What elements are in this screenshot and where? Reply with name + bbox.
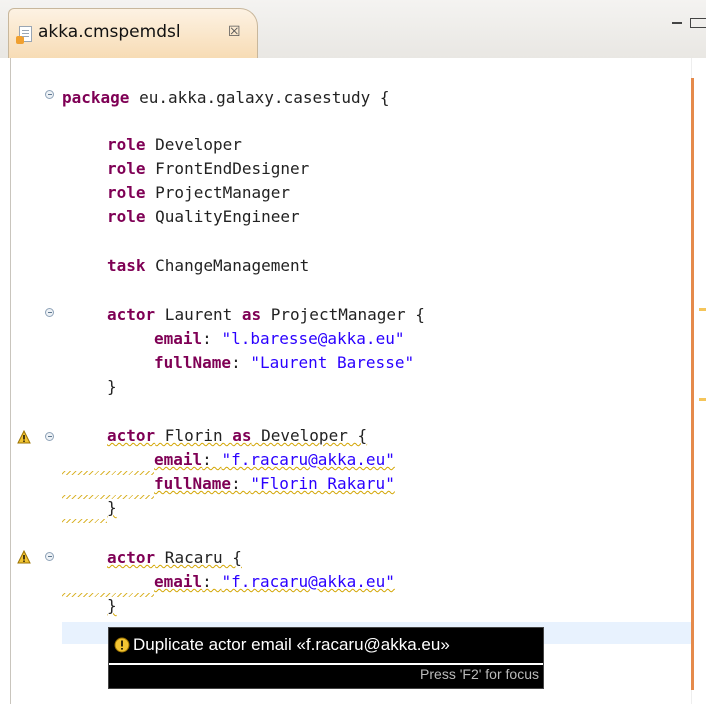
hover-tooltip[interactable]: Duplicate actor email «f.racaru@akka.eu»… <box>108 627 544 689</box>
minimize-icon[interactable] <box>672 22 682 28</box>
code-line[interactable]: role Developer <box>107 134 242 156</box>
code-line[interactable]: role ProjectManager <box>107 182 290 204</box>
editor-tab-bar: akka.cmspemdsl ☒ <box>0 0 706 59</box>
tooltip-message: Duplicate actor email «f.racaru@akka.eu» <box>133 635 450 654</box>
warning-icon <box>114 637 130 653</box>
code-line[interactable]: email: "f.racaru@akka.eu" <box>154 449 395 471</box>
code-line[interactable]: actor Racaru { <box>107 547 242 569</box>
code-line[interactable]: email: "l.baresse@akka.eu" <box>154 328 404 350</box>
ruler-warning-marker[interactable] <box>699 398 706 401</box>
editor-tab[interactable]: akka.cmspemdsl ☒ <box>8 8 258 58</box>
warning-icon[interactable] <box>17 550 31 564</box>
code-line[interactable]: } <box>107 595 117 617</box>
code-editor[interactable]: package eu.akka.galaxy.casestudy { role … <box>0 58 706 704</box>
code-line[interactable]: } <box>107 497 117 519</box>
maximize-icon[interactable] <box>690 18 706 28</box>
close-icon[interactable]: ☒ <box>228 24 241 40</box>
ruler-warning-marker[interactable] <box>699 308 706 311</box>
fold-collapse-icon[interactable] <box>45 432 54 441</box>
code-line[interactable]: actor Laurent as ProjectManager { <box>107 304 425 326</box>
scrollbar[interactable] <box>691 78 694 690</box>
code-line[interactable]: actor Florin as Developer { <box>107 425 367 447</box>
code-line[interactable]: role FrontEndDesigner <box>107 158 309 180</box>
code-line[interactable]: task ChangeManagement <box>107 255 309 277</box>
warning-icon[interactable] <box>17 430 31 444</box>
tab-title: akka.cmspemdsl <box>38 22 181 42</box>
fold-collapse-icon[interactable] <box>45 308 54 317</box>
code-line[interactable]: email: "f.racaru@akka.eu" <box>154 571 395 593</box>
fold-collapse-icon[interactable] <box>45 90 54 99</box>
dsl-file-icon <box>16 26 32 44</box>
code-line[interactable]: package eu.akka.galaxy.casestudy { <box>62 87 390 109</box>
code-line[interactable]: fullName: "Laurent Baresse" <box>154 352 414 374</box>
tooltip-focus-hint: Press 'F2' for focus <box>420 666 539 682</box>
code-line[interactable]: } <box>107 376 117 398</box>
fold-collapse-icon[interactable] <box>45 552 54 561</box>
code-line[interactable]: role QualityEngineer <box>107 206 300 228</box>
code-line[interactable]: fullName: "Florin Rakaru" <box>154 473 395 495</box>
